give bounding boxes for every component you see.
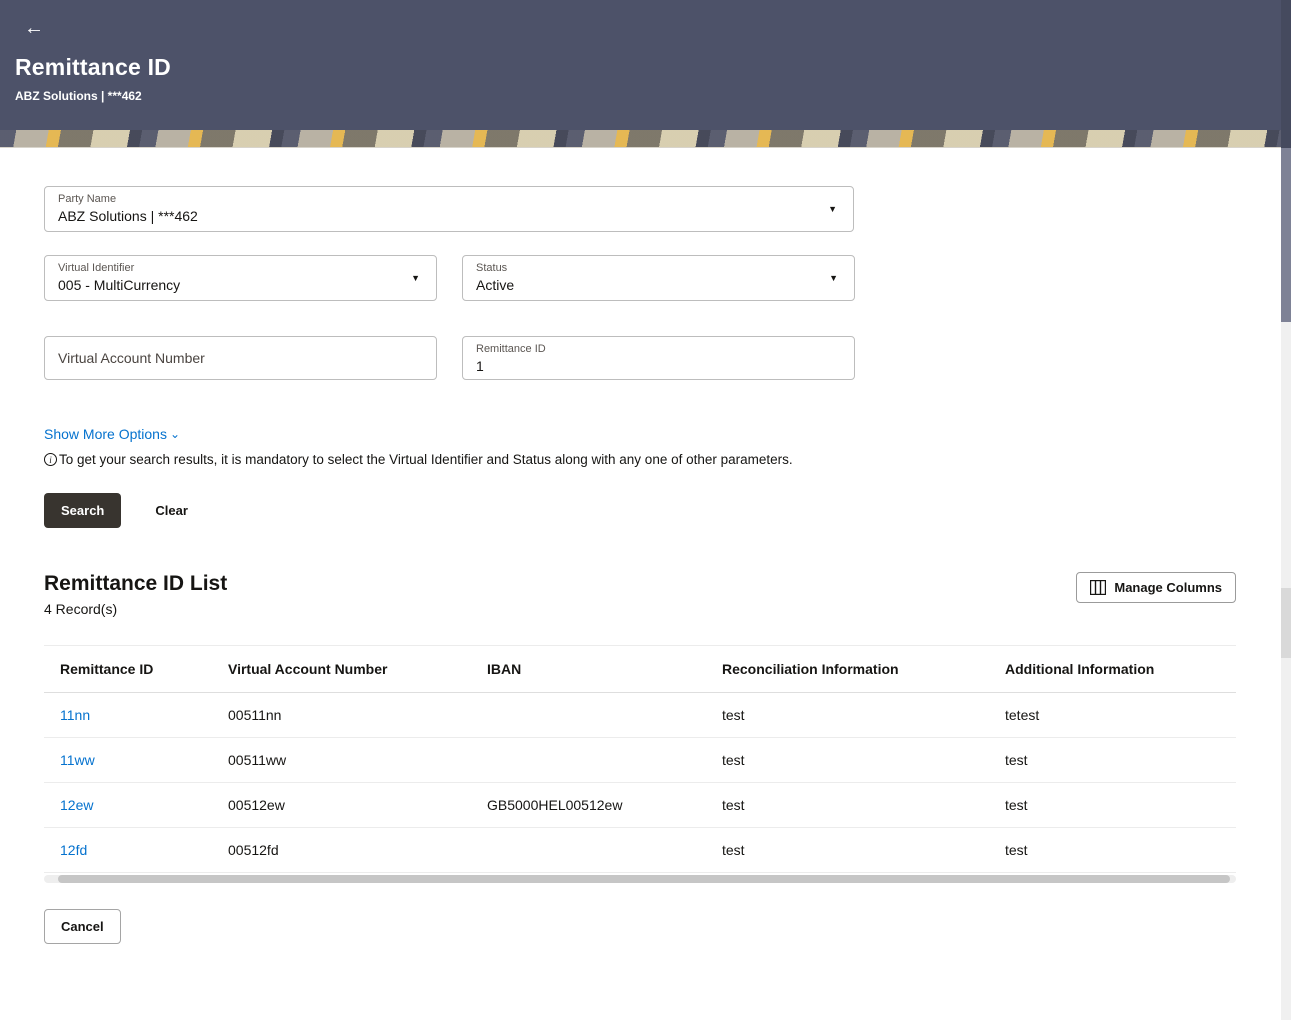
list-title: Remittance ID List bbox=[44, 572, 227, 596]
virtual-identifier-value: 005 - MultiCurrency bbox=[58, 276, 402, 294]
virtual-identifier-select[interactable]: Virtual Identifier 005 - MultiCurrency ▼ bbox=[44, 255, 437, 301]
column-header-additional-information: Additional Information bbox=[989, 646, 1236, 693]
column-header-virtual-account-number: Virtual Account Number bbox=[212, 646, 471, 693]
party-name-value: ABZ Solutions | ***462 bbox=[58, 207, 819, 225]
app-header: ← Remittance ID ABZ Solutions | ***462 bbox=[0, 0, 1291, 130]
virtual-account-number-input[interactable] bbox=[45, 337, 436, 379]
page-subtitle: ABZ Solutions | ***462 bbox=[15, 89, 1276, 103]
info-icon: i bbox=[44, 453, 57, 466]
remittance-id-field: Remittance ID bbox=[462, 336, 855, 380]
cancel-button[interactable]: Cancel bbox=[44, 909, 121, 944]
remittance-id-link[interactable]: 11nn bbox=[60, 707, 90, 723]
remittance-id-input[interactable] bbox=[476, 357, 841, 375]
manage-columns-label: Manage Columns bbox=[1114, 580, 1222, 595]
cell-iban bbox=[471, 828, 706, 873]
show-more-options-label: Show More Options bbox=[44, 426, 167, 442]
info-text: To get your search results, it is mandat… bbox=[59, 452, 793, 467]
list-header-left: Remittance ID List 4 Record(s) bbox=[44, 572, 227, 617]
remittance-id-link[interactable]: 12ew bbox=[60, 797, 93, 813]
table-row: 11ww 00511ww test test bbox=[44, 738, 1236, 783]
dropdown-caret-icon: ▼ bbox=[828, 204, 837, 214]
cell-reconciliation-information: test bbox=[706, 828, 989, 873]
virtual-account-number-field bbox=[44, 336, 437, 380]
table-row: 11nn 00511nn test tetest bbox=[44, 693, 1236, 738]
cell-additional-information: test bbox=[989, 828, 1236, 873]
remittance-id-link[interactable]: 12fd bbox=[60, 842, 87, 858]
party-name-select[interactable]: Party Name ABZ Solutions | ***462 ▼ bbox=[44, 186, 854, 232]
page-vertical-scrollbar[interactable] bbox=[1281, 0, 1291, 1020]
mandatory-info-note: i To get your search results, it is mand… bbox=[44, 452, 1236, 467]
back-arrow-icon[interactable]: ← bbox=[24, 18, 44, 38]
column-header-iban: IBAN bbox=[471, 646, 706, 693]
main-content: Party Name ABZ Solutions | ***462 ▼ Virt… bbox=[0, 148, 1236, 944]
dropdown-caret-icon: ▼ bbox=[829, 273, 838, 283]
dropdown-caret-icon: ▼ bbox=[411, 273, 420, 283]
remittance-id-table: Remittance ID Virtual Account Number IBA… bbox=[44, 645, 1236, 873]
cell-additional-information: test bbox=[989, 783, 1236, 828]
cell-virtual-account-number: 00512fd bbox=[212, 828, 471, 873]
cell-additional-information: test bbox=[989, 738, 1236, 783]
scrollbar-header-segment bbox=[1281, 0, 1291, 148]
page-title: Remittance ID bbox=[15, 54, 1276, 81]
table-horizontal-scrollbar-thumb[interactable] bbox=[58, 875, 1230, 883]
manage-columns-icon bbox=[1090, 580, 1106, 595]
show-more-options-link[interactable]: Show More Options ⌄ bbox=[44, 426, 180, 442]
remittance-id-label: Remittance ID bbox=[476, 343, 841, 356]
table-header-row: Remittance ID Virtual Account Number IBA… bbox=[44, 646, 1236, 693]
column-header-remittance-id: Remittance ID bbox=[44, 646, 212, 693]
manage-columns-button[interactable]: Manage Columns bbox=[1076, 572, 1236, 603]
status-label: Status bbox=[476, 262, 820, 275]
table-horizontal-scrollbar[interactable] bbox=[44, 875, 1236, 883]
cell-reconciliation-information: test bbox=[706, 738, 989, 783]
cell-virtual-account-number: 00511nn bbox=[212, 693, 471, 738]
page-vertical-scrollbar-thumb[interactable] bbox=[1281, 148, 1291, 322]
cell-iban bbox=[471, 738, 706, 783]
cell-additional-information: tetest bbox=[989, 693, 1236, 738]
party-name-label: Party Name bbox=[58, 193, 819, 206]
page: ← Remittance ID ABZ Solutions | ***462 P… bbox=[0, 0, 1291, 1020]
cell-virtual-account-number: 00512ew bbox=[212, 783, 471, 828]
decorative-pattern-band bbox=[0, 130, 1291, 148]
virtual-identifier-label: Virtual Identifier bbox=[58, 262, 402, 275]
column-header-reconciliation-information: Reconciliation Information bbox=[706, 646, 989, 693]
cell-reconciliation-information: test bbox=[706, 693, 989, 738]
search-button[interactable]: Search bbox=[44, 493, 121, 528]
cell-iban: GB5000HEL00512ew bbox=[471, 783, 706, 828]
chevron-down-icon: ⌄ bbox=[170, 429, 180, 439]
table-row: 12fd 00512fd test test bbox=[44, 828, 1236, 873]
table-row: 12ew 00512ew GB5000HEL00512ew test test bbox=[44, 783, 1236, 828]
cell-virtual-account-number: 00511ww bbox=[212, 738, 471, 783]
cell-reconciliation-information: test bbox=[706, 783, 989, 828]
status-value: Active bbox=[476, 276, 820, 294]
page-vertical-scrollbar-thumb-secondary[interactable] bbox=[1281, 588, 1291, 658]
record-count: 4 Record(s) bbox=[44, 601, 227, 617]
cell-iban bbox=[471, 693, 706, 738]
status-select[interactable]: Status Active ▼ bbox=[462, 255, 855, 301]
remittance-id-link[interactable]: 11ww bbox=[60, 752, 95, 768]
clear-button[interactable]: Clear bbox=[155, 503, 188, 518]
